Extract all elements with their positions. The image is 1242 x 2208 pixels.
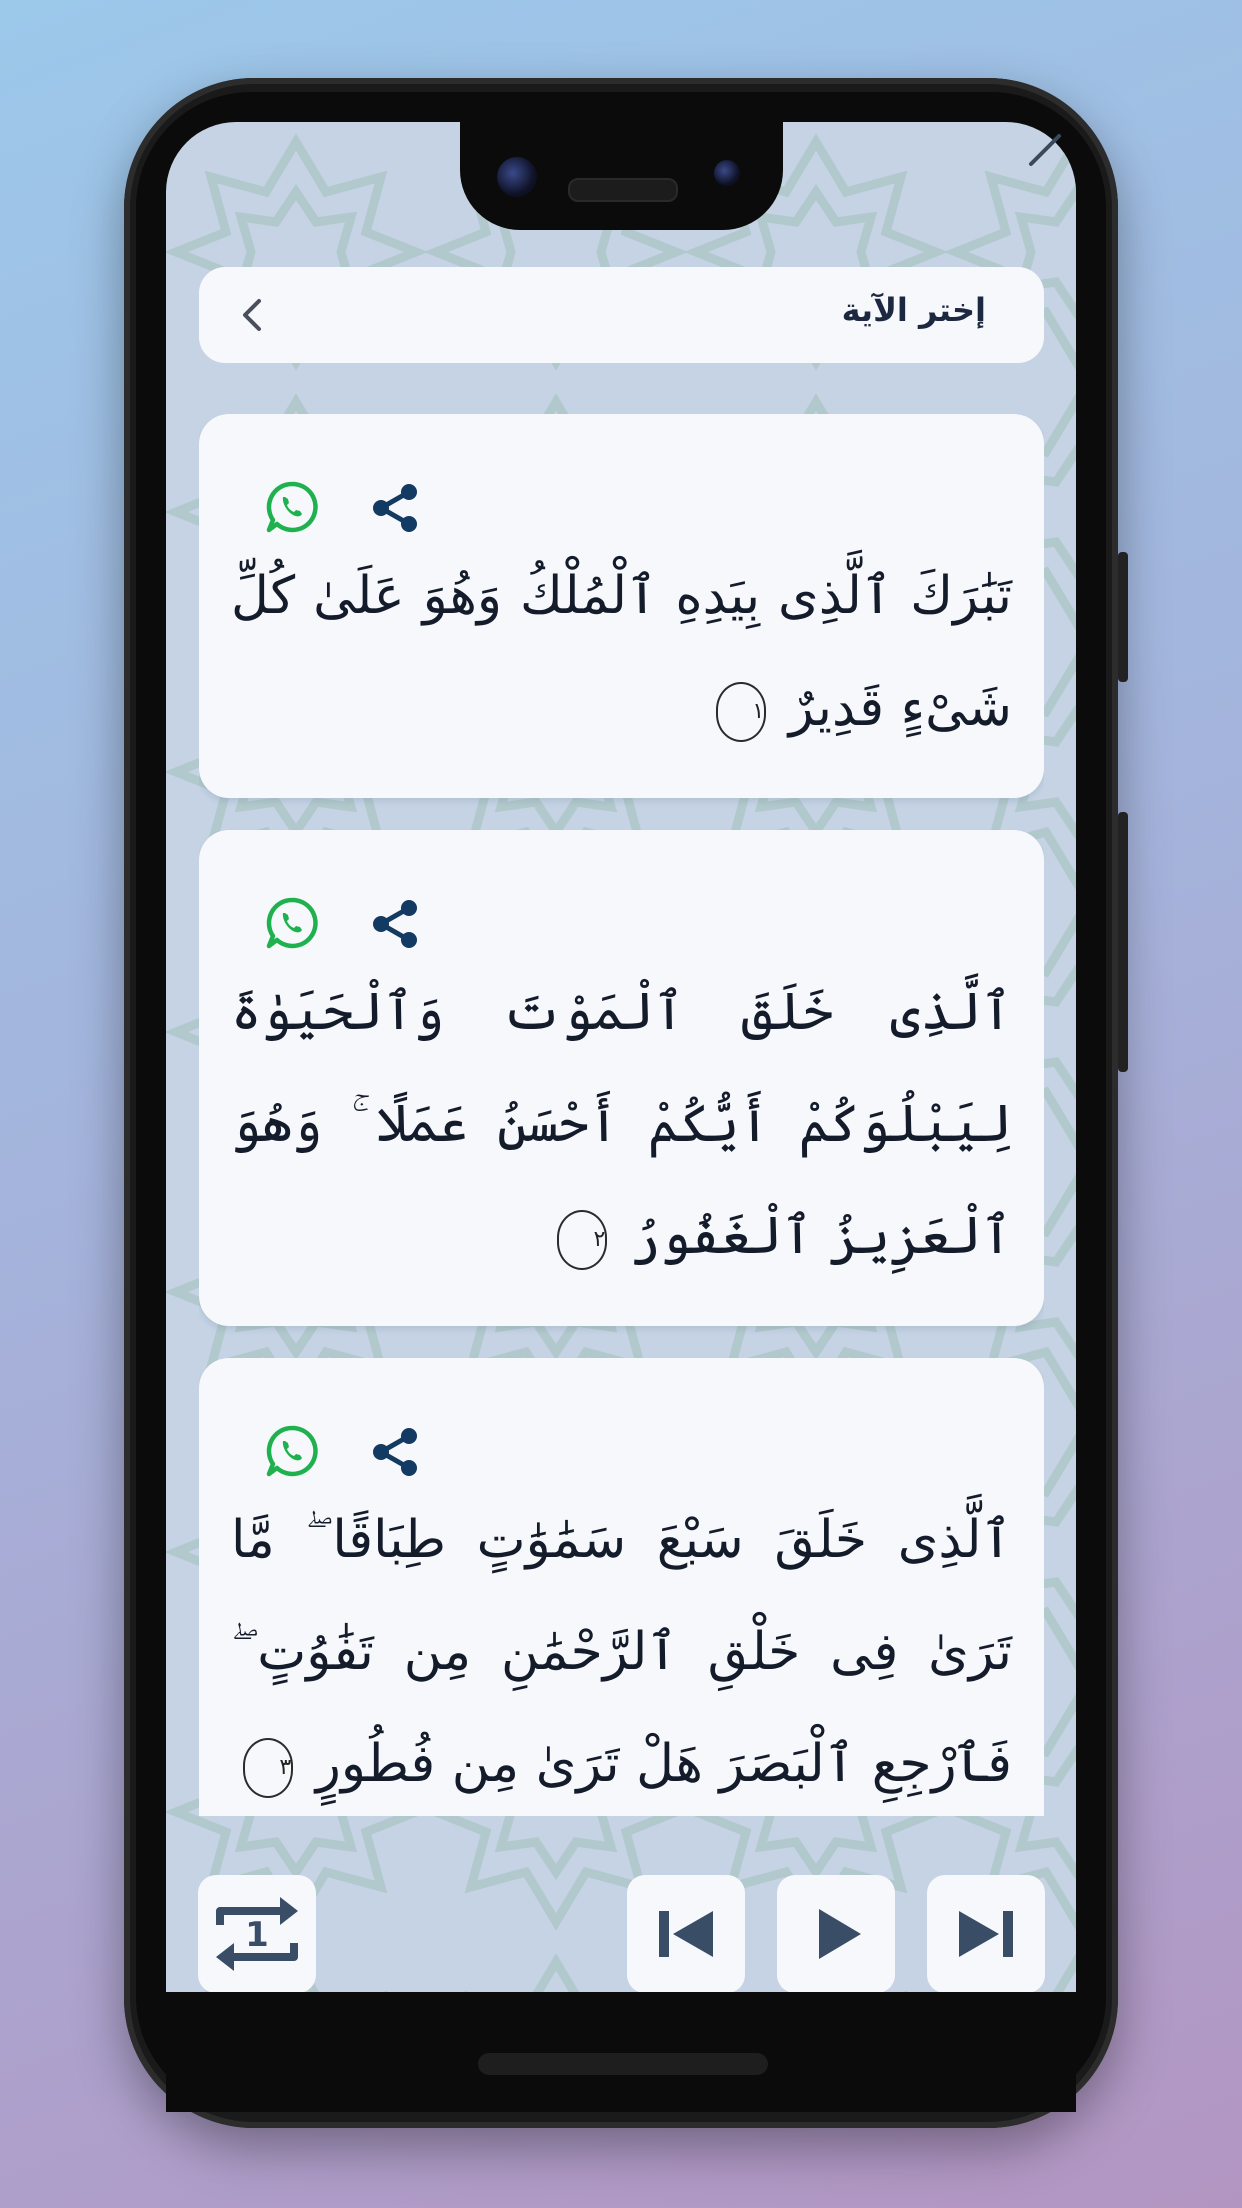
ayah-verse: ٱلَّذِى خَلَقَ سَبْعَ سَمَٰوَٰتٍ طِبَاقً… [231,1510,1012,1794]
previous-button[interactable] [627,1875,745,1993]
home-indicator [478,2053,768,2075]
ayah-selector-bar[interactable]: إختر الآية [199,267,1044,363]
next-button[interactable] [927,1875,1045,1993]
ayah-verse: تَبَٰرَكَ ٱلَّذِى بِيَدِهِ ٱلْمُلْكُ وَه… [231,566,1012,738]
whatsapp-icon[interactable] [265,480,319,534]
previous-icon [659,1911,713,1957]
ayah-text: ٱلَّذِى خَلَقَ ٱلْمَوْتَ وَٱلْحَيَوٰةَ ل… [231,956,1012,1292]
ayah-text: تَبَٰرَكَ ٱلَّذِى بِيَدِهِ ٱلْمُلْكُ وَه… [231,540,1012,764]
repeat-one-icon: 1 [216,1897,298,1971]
ayah-actions [265,1424,425,1484]
ayah-actions [265,896,425,956]
phone-side-button [1118,552,1128,682]
ayah-card[interactable]: ٱلَّذِى خَلَقَ سَبْعَ سَمَٰوَٰتٍ طِبَاقً… [199,1358,1044,1816]
ayah-verse: ٱلَّذِى خَلَقَ ٱلْمَوْتَ وَٱلْحَيَوٰةَ ل… [231,982,1012,1266]
chevron-left-icon[interactable] [233,295,273,335]
whatsapp-icon[interactable] [265,896,319,950]
share-icon[interactable] [369,1426,421,1478]
ayah-number-badge: ٣ [243,1737,294,1798]
play-button[interactable] [777,1875,895,1993]
play-icon [819,1909,861,1959]
share-icon[interactable] [369,482,421,534]
ayah-card[interactable]: ٱلَّذِى خَلَقَ ٱلْمَوْتَ وَٱلْحَيَوٰةَ ل… [199,830,1044,1326]
repeat-one-button[interactable]: 1 [198,1875,316,1993]
next-icon [959,1911,1013,1957]
phone-chin [166,1992,1076,2112]
share-icon[interactable] [369,898,421,950]
ayah-text: ٱلَّذِى خَلَقَ سَبْعَ سَمَٰوَٰتٍ طِبَاقً… [231,1484,1012,1816]
close-icon[interactable] [1025,130,1065,170]
page-title: إختر الآية [841,291,986,329]
ayah-number-badge: ١ [716,681,767,742]
sensor-icon [714,160,740,186]
earpiece-speaker [568,178,678,202]
repeat-count: 1 [245,1915,269,1955]
ayah-list[interactable]: تَبَٰرَكَ ٱلَّذِى بِيَدِهِ ٱلْمُلْكُ وَه… [199,414,1044,1816]
ayah-card[interactable]: تَبَٰرَكَ ٱلَّذِى بِيَدِهِ ٱلْمُلْكُ وَه… [199,414,1044,798]
ayah-number-badge: ٢ [557,1209,608,1270]
phone-volume-button [1118,812,1128,1072]
front-camera-icon [497,157,537,197]
whatsapp-icon[interactable] [265,1424,319,1478]
ayah-actions [265,480,425,540]
